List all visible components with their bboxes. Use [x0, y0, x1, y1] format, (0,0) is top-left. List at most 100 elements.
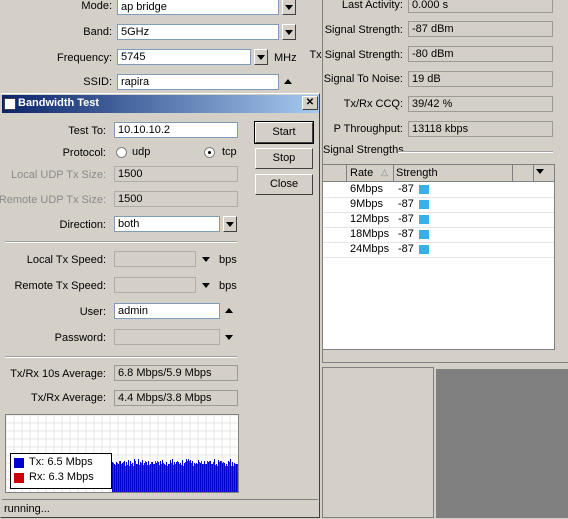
rx-traffic-bar — [195, 464, 196, 492]
bandwidth-test-dialog: Bandwidth Test ✕ Test To: 10.10.10.2 Pro… — [0, 93, 320, 518]
tx-traffic-bar — [212, 464, 213, 492]
password-input[interactable] — [114, 329, 220, 345]
tx-traffic-bar — [204, 461, 205, 492]
rx-traffic-bar — [223, 462, 224, 492]
protocol-tcp-label[interactable]: tcp — [222, 146, 237, 158]
frequency-select[interactable]: 5745 — [117, 49, 251, 65]
protocol-tcp-radio[interactable] — [204, 147, 215, 158]
direction-dropdown-button[interactable] — [223, 216, 237, 232]
dialog-title-bar[interactable]: Bandwidth Test ✕ — [2, 95, 319, 113]
tx-traffic-bar — [122, 463, 123, 492]
column-header-rate[interactable]: Rate △ — [347, 165, 394, 181]
stop-button[interactable]: Stop — [255, 148, 313, 169]
chevron-down-icon — [257, 55, 265, 60]
tx-rx-average-value: 4.4 Mbps/3.8 Mbps — [114, 390, 238, 406]
mode-label: Mode: — [81, 0, 112, 12]
tx-traffic-bar — [224, 463, 225, 492]
rx-traffic-bar — [227, 466, 228, 492]
strength-cell: -87 — [398, 198, 414, 210]
remote-tx-speed-input[interactable] — [114, 277, 196, 293]
status-panel: Last Activity: 0.000 s Signal Strength: … — [309, 0, 568, 362]
protocol-udp-label[interactable]: udp — [132, 146, 150, 158]
strength-bar — [419, 215, 429, 224]
rx-traffic-bar — [217, 466, 218, 492]
rx-traffic-bar — [135, 461, 136, 492]
remote-tx-speed-unit: bps — [219, 280, 237, 292]
tx-rx-average-label: Tx/Rx Average: — [31, 392, 106, 404]
table-row[interactable]: 12Mbps -87 — [323, 212, 554, 228]
protocol-label: Protocol: — [62, 147, 106, 159]
chevron-down-icon[interactable] — [202, 257, 210, 262]
table-row[interactable]: 24Mbps -87 — [323, 242, 554, 258]
test-to-input[interactable]: 10.10.10.2 — [114, 122, 238, 138]
rx-traffic-bar — [119, 461, 120, 492]
column-chooser-button[interactable] — [536, 169, 544, 174]
sort-ascending-icon: △ — [381, 167, 388, 177]
chevron-down-icon — [536, 169, 544, 174]
table-row[interactable]: 6Mbps -87 — [323, 182, 554, 198]
strength-cell: -87 — [398, 183, 414, 195]
rx-traffic-bar — [209, 461, 210, 492]
user-label: User: — [79, 306, 106, 318]
direction-select[interactable]: both — [114, 216, 220, 232]
rx-traffic-bar — [163, 463, 164, 492]
tx-signal-strength-label: Tx Signal Strength: — [309, 49, 403, 61]
start-button[interactable]: Start — [254, 121, 314, 144]
rx-traffic-bar — [191, 463, 192, 492]
chevron-down-icon[interactable] — [202, 283, 210, 288]
tx-traffic-bar — [140, 462, 141, 492]
rx-traffic-bar — [193, 466, 194, 492]
table-row[interactable]: 9Mbps -87 — [323, 197, 554, 213]
tx-traffic-bar — [210, 461, 211, 492]
p-throughput-value: 13118 kbps — [408, 121, 553, 137]
tx-traffic-bar — [156, 463, 157, 492]
rx-traffic-bar — [187, 461, 188, 492]
chevron-up-icon[interactable] — [225, 308, 233, 313]
mode-dropdown-button[interactable] — [282, 0, 296, 15]
column-header-empty — [513, 165, 534, 181]
rx-traffic-bar — [173, 465, 174, 492]
divider — [5, 241, 237, 243]
rx-traffic-bar — [115, 465, 116, 492]
tx-traffic-bar — [194, 463, 195, 492]
ssid-label: SSID: — [83, 76, 112, 88]
chevron-up-icon[interactable] — [284, 79, 292, 84]
tx-traffic-bar — [180, 463, 181, 492]
frequency-dropdown-button[interactable] — [254, 49, 268, 65]
mode-select[interactable]: ap bridge — [117, 0, 279, 15]
strength-bar — [419, 185, 429, 194]
remote-udp-tx-size-input: 1500 — [114, 191, 238, 207]
rx-traffic-bar — [171, 463, 172, 492]
tx-traffic-bar — [184, 463, 185, 492]
ssid-input[interactable]: rapira — [117, 74, 279, 90]
chevron-down-icon[interactable] — [225, 335, 233, 340]
protocol-udp-radio[interactable] — [116, 147, 127, 158]
remote-udp-tx-size-label: Remote UDP Tx Size: — [0, 194, 106, 206]
column-header-spacer — [323, 165, 347, 181]
band-dropdown-button[interactable] — [282, 24, 296, 40]
tx-traffic-bar — [226, 464, 227, 492]
rx-traffic-bar — [159, 465, 160, 492]
strength-cell: -87 — [398, 228, 414, 240]
user-input[interactable]: admin — [114, 303, 220, 319]
band-label: Band: — [83, 26, 112, 38]
rx-traffic-bar — [213, 462, 214, 492]
tx-signal-strength-value: -80 dBm — [408, 46, 553, 62]
band-select[interactable]: 5GHz — [117, 24, 279, 40]
tx-traffic-bar — [200, 463, 201, 492]
column-header-strength[interactable]: Strength — [394, 165, 513, 181]
close-window-button[interactable]: ✕ — [302, 96, 318, 110]
close-button[interactable]: Close — [255, 174, 313, 195]
chevron-down-icon — [285, 30, 293, 35]
local-tx-speed-input[interactable] — [114, 251, 196, 267]
table-row[interactable]: 18Mbps -87 — [323, 227, 554, 243]
tx-traffic-bar — [178, 462, 179, 492]
rx-traffic-bar — [141, 463, 142, 492]
status-bar: running... — [2, 499, 318, 517]
background-inner-pane — [322, 367, 434, 518]
frequency-unit: MHz — [274, 52, 297, 64]
rate-cell: 6Mbps — [350, 183, 384, 195]
tx-traffic-bar — [132, 463, 133, 492]
signal-strength-label: Signal Strength: — [324, 24, 403, 36]
rx-legend-label: Rx: 6.3 Mbps — [29, 471, 94, 483]
